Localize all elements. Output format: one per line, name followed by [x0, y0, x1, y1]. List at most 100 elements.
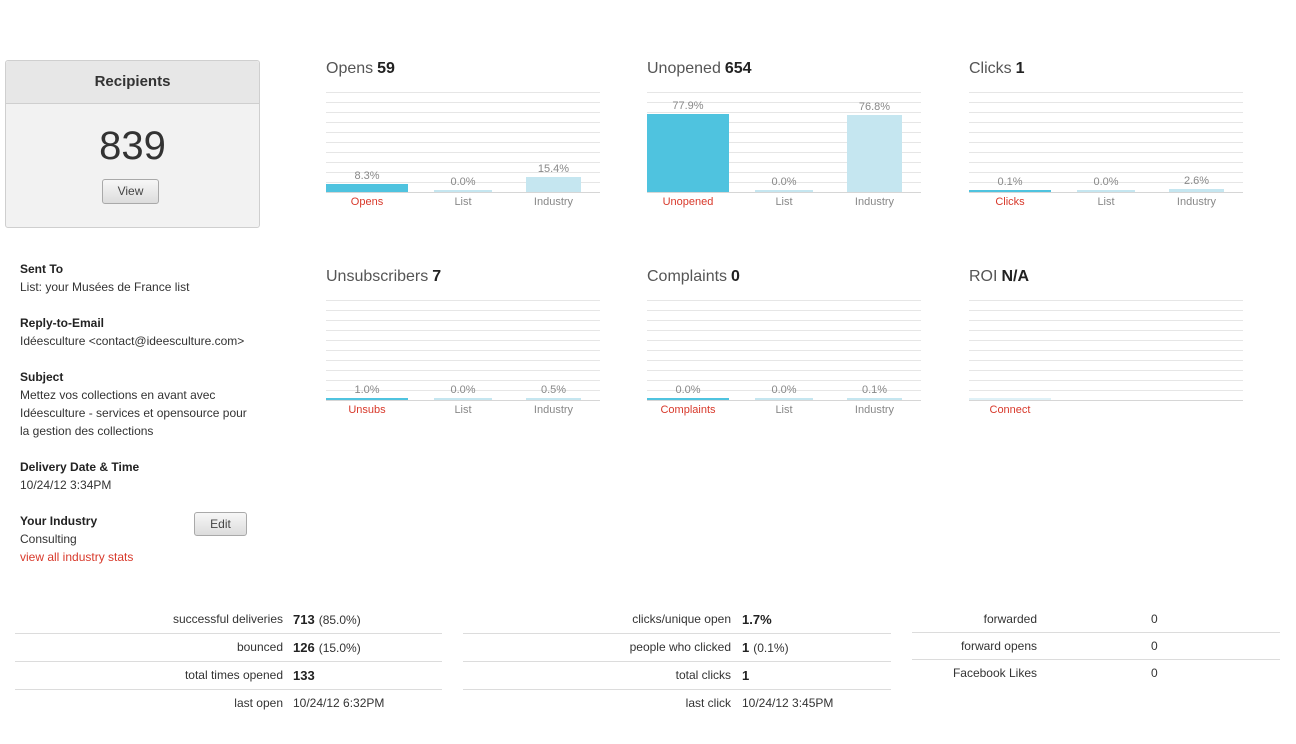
stat-value: 0	[1151, 666, 1158, 680]
bar-list	[434, 190, 492, 192]
gridline	[326, 370, 600, 371]
stat-row: last open 10/24/12 6:32PM	[15, 689, 442, 717]
chart-plot: 0.0% Complaints 0.0% List 0.1% Industry	[647, 300, 921, 416]
gridline	[326, 300, 600, 301]
chart-primary-link[interactable]: Complaints	[647, 404, 729, 416]
stat-row: total times opened 133	[15, 661, 442, 689]
view-industry-stats-link[interactable]: view all industry stats	[20, 548, 133, 566]
stat-row: people who clicked 1 (0.1%)	[463, 633, 891, 661]
gridline	[326, 350, 600, 351]
stat-row: successful deliveries 713 (85.0%)	[15, 605, 442, 633]
chart-primary-link[interactable]: Opens	[326, 196, 408, 208]
bar-value-label: 15.4%	[537, 163, 570, 175]
chart-title: ROI N/A	[969, 268, 1029, 286]
bar-industry	[847, 115, 902, 192]
bar-complaints	[647, 398, 729, 400]
chart-primary-link[interactable]: Connect	[969, 404, 1051, 416]
stat-label: successful deliveries	[172, 612, 283, 626]
stat-label: last click	[685, 696, 731, 710]
bar-opens	[326, 184, 408, 192]
bar-value-label: 0.0%	[771, 176, 797, 188]
chart-title-label: Complaints	[647, 268, 728, 285]
gridline	[326, 152, 600, 153]
gridline	[969, 162, 1243, 163]
bar-industry	[847, 398, 902, 400]
bar-connect	[969, 398, 1051, 400]
bar-list	[434, 398, 492, 400]
subject-line-1: Mettez vos collections en avant avec	[20, 388, 216, 402]
chart-baseline	[647, 192, 921, 193]
chart-primary-link[interactable]: Unopened	[647, 196, 729, 208]
chart-plot: 1.0% Unsubs 0.0% List 0.5% Industry	[326, 300, 600, 416]
gridline	[326, 142, 600, 143]
gridline	[969, 330, 1243, 331]
chart-unsubscribers: Unsubscribers 7 1.0% Unsubs 0.0% List 0.5% Indu…	[326, 268, 600, 448]
chart-primary-link[interactable]: Unsubs	[326, 404, 408, 416]
bar-list	[755, 398, 813, 400]
bar-value-label: 76.8%	[858, 101, 891, 113]
chart-plot: Connect	[969, 300, 1243, 416]
gridline	[326, 122, 600, 123]
x-axis-label: Industry	[533, 196, 574, 208]
reply-to-value: Idéesculture <contact@ideesculture.com>	[20, 334, 245, 348]
bar-value-label: 0.0%	[450, 176, 476, 188]
bar-value-label: 0.0%	[675, 384, 701, 396]
stat-value-sub: (0.1%)	[753, 641, 789, 655]
chart-baseline	[969, 400, 1243, 401]
stat-value-sub: (15.0%)	[318, 641, 361, 655]
gridline	[326, 310, 600, 311]
x-axis-label: Industry	[1176, 196, 1217, 208]
industry-section: Your Industry Consulting view all indust…	[20, 512, 133, 566]
edit-industry-button[interactable]: Edit	[194, 512, 247, 536]
subject-section: Subject Mettez vos collections en avant …	[20, 368, 247, 440]
x-axis-label: Industry	[533, 404, 574, 416]
chart-title-value: 1	[1015, 60, 1025, 77]
x-axis-label: List	[1097, 196, 1115, 208]
gridline	[969, 92, 1243, 93]
gridline	[326, 380, 600, 381]
gridline	[326, 112, 600, 113]
stat-value-sub: 10/24/12 3:45PM	[742, 696, 834, 710]
chart-title-label: Unopened	[647, 60, 721, 77]
stat-row: clicks/unique open 1.7%	[463, 605, 891, 633]
delivery-section: Delivery Date & Time 10/24/12 3:34PM	[20, 458, 139, 494]
chart-title: Opens 59	[326, 60, 395, 78]
stat-label: clicks/unique open	[632, 612, 731, 626]
chart-baseline	[326, 192, 600, 193]
delivery-value: 10/24/12 3:34PM	[20, 478, 112, 492]
gridline	[647, 310, 921, 311]
chart-baseline	[647, 400, 921, 401]
stat-row: bounced 126 (15.0%)	[15, 633, 442, 661]
view-recipients-button[interactable]: View	[102, 179, 159, 204]
stat-row: total clicks 1	[463, 661, 891, 689]
stat-value: 10/24/12 6:32PM	[293, 696, 384, 710]
bar-unopened	[647, 114, 729, 192]
bar-value-label: 8.3%	[354, 170, 380, 182]
stat-value-main: 713	[293, 612, 315, 627]
stat-label: last open	[234, 696, 283, 710]
stat-label: people who clicked	[629, 640, 731, 654]
gridline	[969, 102, 1243, 103]
bar-value-label: 0.0%	[450, 384, 476, 396]
chart-baseline	[326, 400, 600, 401]
bar-industry	[1169, 189, 1224, 192]
chart-primary-link[interactable]: Clicks	[969, 196, 1051, 208]
industry-label: Your Industry	[20, 514, 98, 528]
chart-title-value: 7	[432, 268, 442, 285]
bar-value-label: 0.0%	[771, 384, 797, 396]
stat-value: 1 (0.1%)	[742, 640, 789, 655]
gridline	[326, 102, 600, 103]
chart-baseline	[969, 192, 1243, 193]
chart-plot: 8.3% Opens 0.0% List 15.4% Industry	[326, 92, 600, 208]
bar-unsubs	[326, 398, 408, 400]
stat-value: 126 (15.0%)	[293, 640, 361, 655]
stat-value: 1.7%	[742, 612, 772, 627]
gridline	[969, 390, 1243, 391]
chart-title: Unsubscribers 7	[326, 268, 441, 286]
stat-value: 1	[742, 668, 749, 683]
gridline	[647, 350, 921, 351]
delivery-label: Delivery Date & Time	[20, 460, 140, 474]
chart-title-value: 654	[724, 60, 752, 77]
bar-list	[755, 190, 813, 192]
x-axis-label: Industry	[854, 404, 895, 416]
